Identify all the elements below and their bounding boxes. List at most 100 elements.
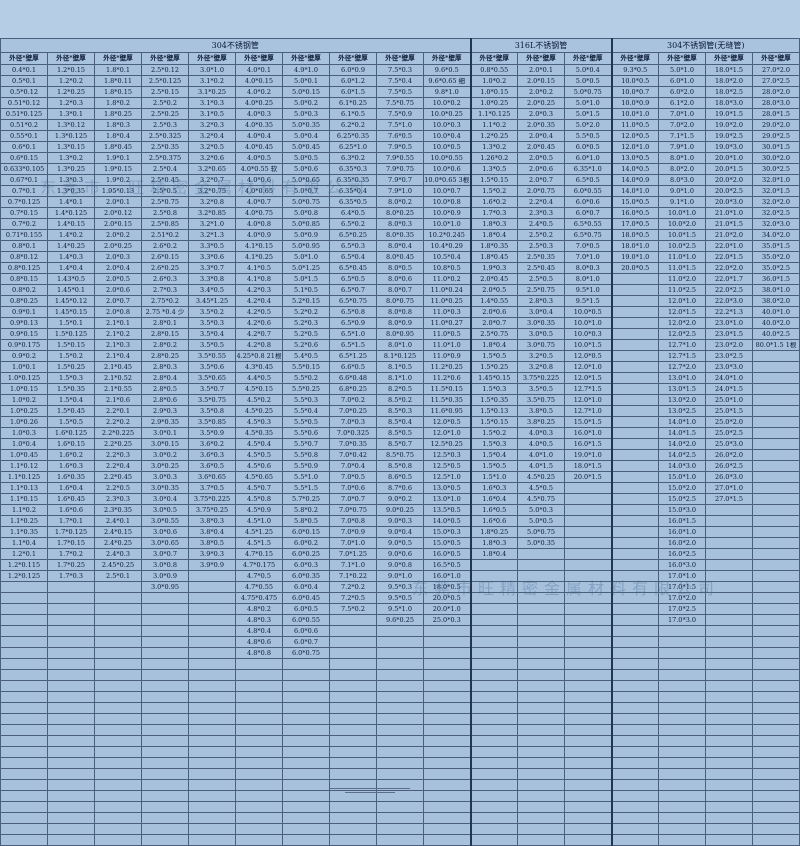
- spec-cell: [188, 603, 236, 615]
- spec-cell: 1.5*0.45: [47, 405, 95, 417]
- spec-cell: 12.0*0.5: [610, 130, 659, 142]
- table-row: [0, 680, 800, 692]
- spec-cell: 5.5*0.5: [564, 130, 612, 142]
- spec-cell: 15.0*3.0: [658, 504, 706, 516]
- spec-cell: 26.0*2.5: [705, 460, 753, 472]
- spec-cell: 1.45*0.1: [47, 284, 95, 296]
- spec-cell: [282, 702, 330, 714]
- spec-cell: 3.5*0.7: [188, 383, 236, 395]
- spec-cell: 1.5*0.125: [47, 328, 95, 340]
- spec-cell: 23.0*2.5: [705, 350, 753, 362]
- spec-cell: [188, 691, 236, 703]
- spec-cell: 4.2*0.6: [235, 317, 283, 329]
- spec-cell: [658, 801, 706, 813]
- spec-cell: 6.0*0.9: [329, 64, 377, 76]
- spec-cell: 1.3*0.125: [47, 130, 95, 142]
- spec-cell: [94, 680, 142, 692]
- spec-cell: 2.8*0.1: [141, 317, 189, 329]
- spec-cell: [658, 658, 706, 670]
- spec-cell: [188, 823, 236, 835]
- spec-cell: [610, 603, 659, 615]
- spec-cell: 1.9*0.3: [469, 262, 518, 274]
- spec-cell: 10.0*2.0: [658, 218, 706, 230]
- spec-cell: 11.6*0.95: [423, 405, 471, 417]
- spec-cell: [469, 625, 518, 637]
- spec-cell: 2.2*0.4: [94, 460, 142, 472]
- spec-cell: 1.8*0.4: [469, 229, 518, 241]
- spec-cell: [752, 625, 800, 637]
- spec-cell: 6.5*0.4: [329, 251, 377, 263]
- spec-cell: [376, 691, 424, 703]
- spec-cell: 2.0*0.15: [94, 218, 142, 230]
- spec-cell: 20.0*1.0: [423, 603, 471, 615]
- spec-cell: 40.0*2.5: [752, 328, 800, 340]
- spec-cell: 2.0*0.5: [469, 284, 518, 296]
- spec-cell: 9.1*1.0: [658, 196, 706, 208]
- spec-cell: [610, 526, 659, 538]
- table-row: 1.2*0.115 1.7*0.25 2.45*0.25 3.0*0.8 3.9*0.9…: [0, 559, 800, 571]
- table-row: [0, 735, 800, 747]
- spec-cell: [564, 526, 612, 538]
- spec-cell: [658, 669, 706, 681]
- spec-cell: [94, 724, 142, 736]
- spec-cell: 3.1*0.25: [188, 86, 236, 98]
- spec-cell: 4.7*0.175: [235, 559, 283, 571]
- spec-cell: 4.2*0.8: [235, 339, 283, 351]
- spec-cell: [94, 614, 142, 626]
- spec-cell: [94, 834, 142, 846]
- spec-cell: [329, 658, 377, 670]
- spec-cell: [564, 691, 612, 703]
- spec-cell: 7.5*0.3: [376, 64, 424, 76]
- spec-cell: [517, 636, 565, 648]
- section-title-304-seamless: 304不锈钢管(无缝管): [610, 38, 800, 53]
- spec-cell: 0.71*0.155: [0, 229, 48, 241]
- spec-cell: 1.1*0.25: [0, 515, 48, 527]
- spec-cell: 1.3*0.5: [469, 163, 518, 175]
- spec-cell: [423, 702, 471, 714]
- spec-cell: 12.5*1.0: [423, 471, 471, 483]
- spec-cell: [658, 625, 706, 637]
- spec-cell: 1.6*0.4: [469, 493, 518, 505]
- spec-cell: [752, 537, 800, 549]
- spec-cell: 4.0*0.1: [235, 64, 283, 76]
- spec-cell: 13.0*0.5: [423, 482, 471, 494]
- spec-cell: [469, 779, 518, 791]
- spec-cell: 2.8*0.15: [141, 328, 189, 340]
- table-row: 4.8*0.4 6.0*0.6: [0, 625, 800, 637]
- spec-cell: 4.2*0.4: [235, 295, 283, 307]
- spec-cell: 5.0*1.5: [564, 108, 612, 120]
- spec-cell: 2.0*0.15: [517, 75, 565, 87]
- spec-cell: 5.0*0.9: [282, 229, 330, 241]
- spec-cell: 10.0*1.5: [658, 229, 706, 241]
- spec-cell: [376, 636, 424, 648]
- column-header: 外径*壁厚: [376, 52, 424, 65]
- spec-cell: 6.0*0.7: [564, 207, 612, 219]
- spec-cell: [282, 823, 330, 835]
- spec-cell: 0.7*0.15: [0, 207, 48, 219]
- spec-cell: 5.5*0.2: [282, 372, 330, 384]
- spec-cell: 10.0*0.55: [423, 152, 471, 164]
- spec-cell: [141, 823, 189, 835]
- spec-cell: 32.0*2.0: [752, 196, 800, 208]
- spec-cell: 23.0*2.0: [705, 339, 753, 351]
- spec-cell: [705, 559, 753, 571]
- spec-cell: [564, 625, 612, 637]
- spec-cell: 7.0*1.0: [564, 251, 612, 263]
- spec-cell: [564, 669, 612, 681]
- spec-cell: [517, 735, 565, 747]
- spec-cell: [658, 702, 706, 714]
- spec-cell: 1.5*0.5: [469, 460, 518, 472]
- spec-cell: 0.9*0.175: [0, 339, 48, 351]
- spec-cell: 1.4*0.4: [47, 262, 95, 274]
- spec-cell: [705, 702, 753, 714]
- spec-cell: 1.2*0.3: [47, 97, 95, 109]
- spec-cell: [235, 735, 283, 747]
- spec-cell: 8.5*0.75: [376, 449, 424, 461]
- spec-cell: 25.0*0.3: [423, 614, 471, 626]
- spec-cell: 10.0*0.5: [423, 141, 471, 153]
- spec-cell: 2.1*0.55: [94, 383, 142, 395]
- table-row: 0.9*0.13 1.5*0.1 2.1*0.1 2.8*0.1 3.5*0.3 4.2*…: [0, 317, 800, 329]
- spec-cell: 14.0*1.0: [658, 416, 706, 428]
- spec-cell: 4.0*1.0: [517, 449, 565, 461]
- spec-cell: [141, 779, 189, 791]
